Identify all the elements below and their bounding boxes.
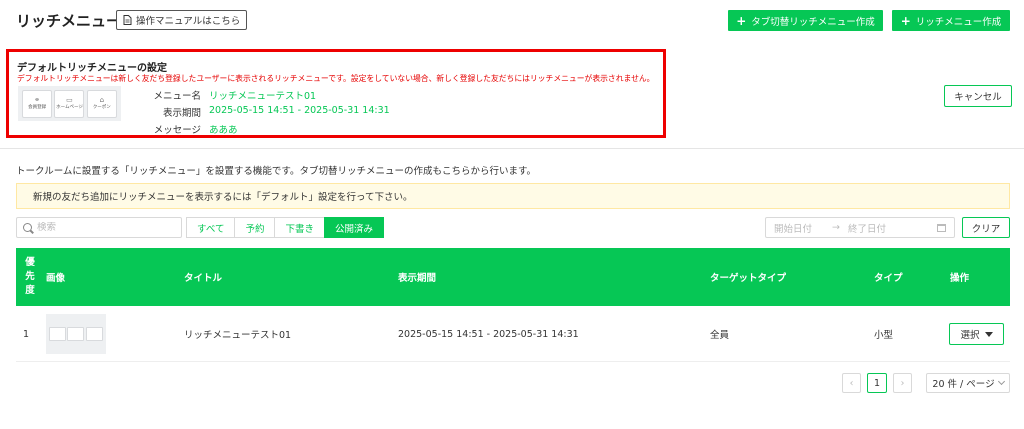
menu-name-label: メニュー名 — [153, 91, 201, 102]
row-target-type: 全員 — [710, 330, 730, 341]
page-size-label: 20 件 / ページ — [932, 379, 995, 390]
chevron-right-icon: › — [900, 377, 905, 389]
link-icon: ⚭ — [34, 96, 41, 104]
coupon-icon: ⌂ — [99, 96, 105, 104]
row-period: 2025-05-15 14:51 - 2025-05-31 14:31 — [398, 328, 579, 340]
page-number-button[interactable]: 1 — [867, 373, 887, 393]
start-date-input[interactable]: 開始日付 — [774, 221, 812, 235]
period-value: 2025-05-15 14:51 - 2025-05-31 14:31 — [209, 105, 390, 116]
cancel-default-button[interactable]: キャンセル — [944, 85, 1012, 107]
message-row: メッセージ あああ — [109, 122, 238, 136]
chevron-down-icon — [997, 377, 1005, 386]
calendar-icon — [937, 223, 946, 232]
page-title: リッチメニュー — [16, 12, 122, 30]
date-range-picker[interactable]: 開始日付 → 終了日付 — [765, 217, 955, 238]
row-actions: 選択 — [949, 306, 1004, 362]
message-label: メッセージ — [153, 125, 201, 136]
menu-name-value: リッチメニューテスト01 — [209, 91, 317, 102]
chevron-left-icon: ‹ — [849, 377, 854, 389]
tab-scheduled[interactable]: 予約 — [234, 217, 276, 238]
caret-down-icon — [984, 331, 993, 337]
thumbnail-cell — [48, 327, 66, 341]
plus-icon: + — [736, 13, 747, 28]
thumbnail-cell — [86, 327, 104, 341]
create-rich-menu-button[interactable]: + リッチメニュー作成 — [892, 10, 1010, 31]
column-priority: 優 先 度 — [25, 257, 35, 296]
default-setting-title: デフォルトリッチメニューの設定 — [17, 63, 167, 74]
search-icon — [23, 223, 32, 232]
column-type: タイプ — [874, 273, 903, 284]
next-page-button[interactable]: › — [893, 373, 912, 393]
page-header: リッチメニュー 操作マニュアルはこちら + タブ切替リッチメニュー作成 + リッ… — [0, 0, 1024, 44]
notice-banner: 新規の友だち追加にリッチメニューを表示するには「デフォルト」設定を行って下さい。 — [16, 183, 1010, 209]
thumbnail-cell: ▭ ホームページ — [54, 89, 85, 118]
thumbnail-cell: ⚭ 会員登録 — [22, 89, 53, 118]
create-tab-switch-label: タブ切替リッチメニュー作成 — [751, 16, 875, 28]
arrow-right-icon: → — [832, 222, 840, 233]
row-image — [46, 306, 106, 362]
row-type: 小型 — [874, 330, 894, 341]
message-value: あああ — [209, 125, 238, 136]
monitor-icon: ▭ — [66, 96, 73, 104]
period-label: 表示期間 — [162, 108, 201, 119]
table-row: 1 リッチメニューテスト01 2025-05-15 14:51 - 2025-0… — [16, 306, 1010, 362]
rich-menu-table: 優 先 度 画像 タイトル 表示期間 ターゲットタイプ タイプ 操作 1 リッチ… — [16, 248, 1010, 362]
select-action-dropdown[interactable]: 選択 — [949, 323, 1004, 345]
section-divider — [0, 148, 1024, 149]
clear-button[interactable]: クリア — [962, 217, 1010, 238]
plus-icon: + — [900, 13, 911, 28]
document-icon — [123, 15, 132, 25]
create-rich-menu-label: リッチメニュー作成 — [915, 16, 1002, 28]
column-image: 画像 — [46, 273, 66, 284]
feature-description: トークルームに設置する「リッチメニュー」を設置する機能です。タブ切替リッチメニュ… — [16, 166, 537, 177]
manual-button[interactable]: 操作マニュアルはこちら — [116, 10, 248, 30]
column-period: 表示期間 — [398, 273, 437, 284]
column-target-type: ターゲットタイプ — [710, 273, 787, 284]
tab-published[interactable]: 公開済み — [324, 217, 385, 238]
default-rich-menu-panel: デフォルトリッチメニューの設定 デフォルトリッチメニューは新しく友だち登録したユ… — [6, 49, 666, 138]
create-tab-switch-rich-menu-button[interactable]: + タブ切替リッチメニュー作成 — [728, 10, 883, 31]
default-setting-description: デフォルトリッチメニューは新しく友だち登録したユーザーに表示されるリッチメニュー… — [17, 74, 655, 83]
default-rich-menu-thumbnail: ⚭ 会員登録 ▭ ホームページ ⌂ クーポン — [18, 86, 121, 121]
rich-menu-thumbnail — [46, 314, 106, 354]
page-size-select[interactable]: 20 件 / ページ — [926, 373, 1010, 393]
row-priority: 1 — [23, 328, 30, 340]
select-action-label: 選択 — [960, 330, 980, 341]
row-title: リッチメニューテスト01 — [184, 330, 292, 341]
search-input[interactable] — [37, 222, 167, 233]
search-box[interactable] — [16, 217, 182, 238]
status-tabs: すべて 予約 下書き 公開済み — [186, 217, 385, 238]
tab-draft[interactable]: 下書き — [274, 217, 325, 238]
prev-page-button[interactable]: ‹ — [842, 373, 861, 393]
column-actions: 操作 — [950, 273, 970, 284]
table-header: 優 先 度 画像 タイトル 表示期間 ターゲットタイプ タイプ 操作 — [16, 248, 1010, 306]
column-title: タイトル — [184, 273, 223, 284]
end-date-input[interactable]: 終了日付 — [848, 221, 886, 235]
tab-all[interactable]: すべて — [186, 217, 236, 238]
manual-button-label: 操作マニュアルはこちら — [136, 16, 241, 27]
period-row: 表示期間 2025-05-15 14:51 - 2025-05-31 14:31 — [109, 105, 390, 119]
menu-name-row: メニュー名 リッチメニューテスト01 — [109, 88, 316, 102]
thumbnail-cell — [67, 327, 85, 341]
